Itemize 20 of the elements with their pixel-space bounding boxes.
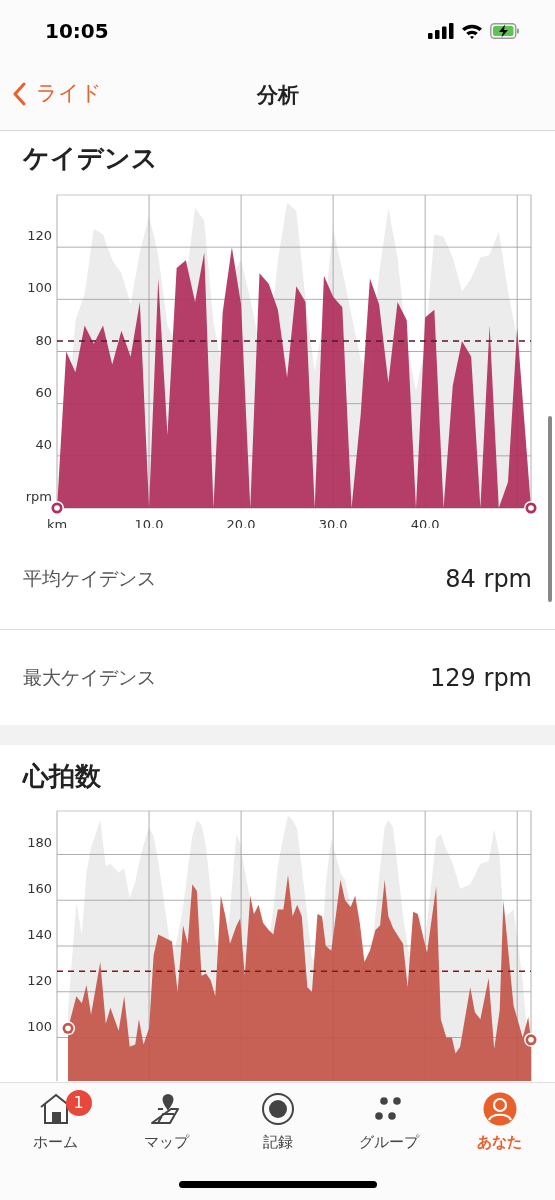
section-title: 心拍数	[23, 761, 101, 791]
axis-label: 60	[35, 384, 52, 400]
axis-label: 160	[27, 881, 52, 897]
status-time: 10:05	[45, 18, 109, 45]
stat-label: 平均ケイデンス	[23, 566, 156, 592]
axis-label: 120	[27, 972, 52, 988]
section-title: ケイデンス	[23, 143, 158, 173]
stat-value: 84 rpm	[445, 563, 532, 595]
page-title: 分析	[256, 82, 299, 110]
axis-label: 180	[27, 835, 52, 851]
axis-label: 40	[35, 436, 52, 452]
axis-label: 100	[27, 280, 52, 296]
axis-label: 100	[27, 1018, 52, 1034]
stat-label: 最大ケイデンス	[23, 665, 156, 691]
stat-value: 129 rpm	[430, 662, 532, 694]
axis-label: 120	[27, 228, 52, 244]
notification-badge: 1	[65, 1090, 92, 1116]
axis-label: rpm	[25, 489, 52, 504]
axis-label: 80	[35, 332, 52, 348]
axis-label: 140	[27, 927, 52, 942]
